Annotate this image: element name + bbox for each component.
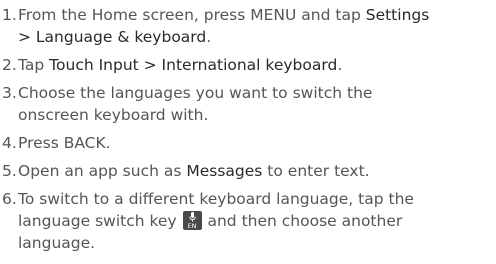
step-text-line: > Language & keyboard.: [18, 26, 211, 48]
step-text: Open an app such as: [18, 162, 187, 180]
step-text: Tap: [18, 56, 50, 74]
step-number: 3.: [2, 84, 17, 102]
step-number: 5.: [2, 162, 17, 180]
step-text: From the Home screen, press MENU and tap: [18, 6, 366, 24]
step-number: 1.: [2, 6, 17, 24]
step-text-line: Choose the languages you want to switch …: [18, 84, 373, 102]
step-number: 2.: [2, 56, 17, 74]
step-text-line: language.: [18, 234, 96, 252]
language-switch-key-icon: EN: [182, 211, 202, 230]
step-number: 6.: [2, 190, 17, 208]
step-text: to enter text.: [262, 162, 370, 180]
ui-path-international-keyboard: Touch Input > International keyboard: [49, 56, 338, 74]
step-text-line: Open an app such as Messages to enter te…: [18, 160, 370, 182]
step-text: .: [337, 56, 343, 74]
step-text-line: language switch key EN and then choose a…: [18, 210, 402, 232]
step-number: 4.: [2, 134, 17, 152]
step-text-line: Press BACK.: [18, 134, 111, 152]
step-text-line: onscreen keyboard with.: [18, 106, 209, 124]
language-code-label: EN: [187, 222, 197, 230]
ui-path-settings: Settings: [365, 6, 430, 24]
ui-path-language-keyboard: > Language & keyboard: [18, 28, 207, 46]
microphone-icon: [188, 212, 196, 222]
step-text-line: To switch to a different keyboard langua…: [18, 190, 414, 208]
step-text: .: [206, 28, 212, 46]
step-text-line: Tap Touch Input > International keyboard…: [18, 54, 342, 76]
app-name-messages: Messages: [186, 162, 263, 180]
step-text-line: From the Home screen, press MENU and tap…: [18, 4, 429, 26]
step-text: and then choose another: [202, 212, 403, 230]
step-text: language switch key: [18, 212, 182, 230]
